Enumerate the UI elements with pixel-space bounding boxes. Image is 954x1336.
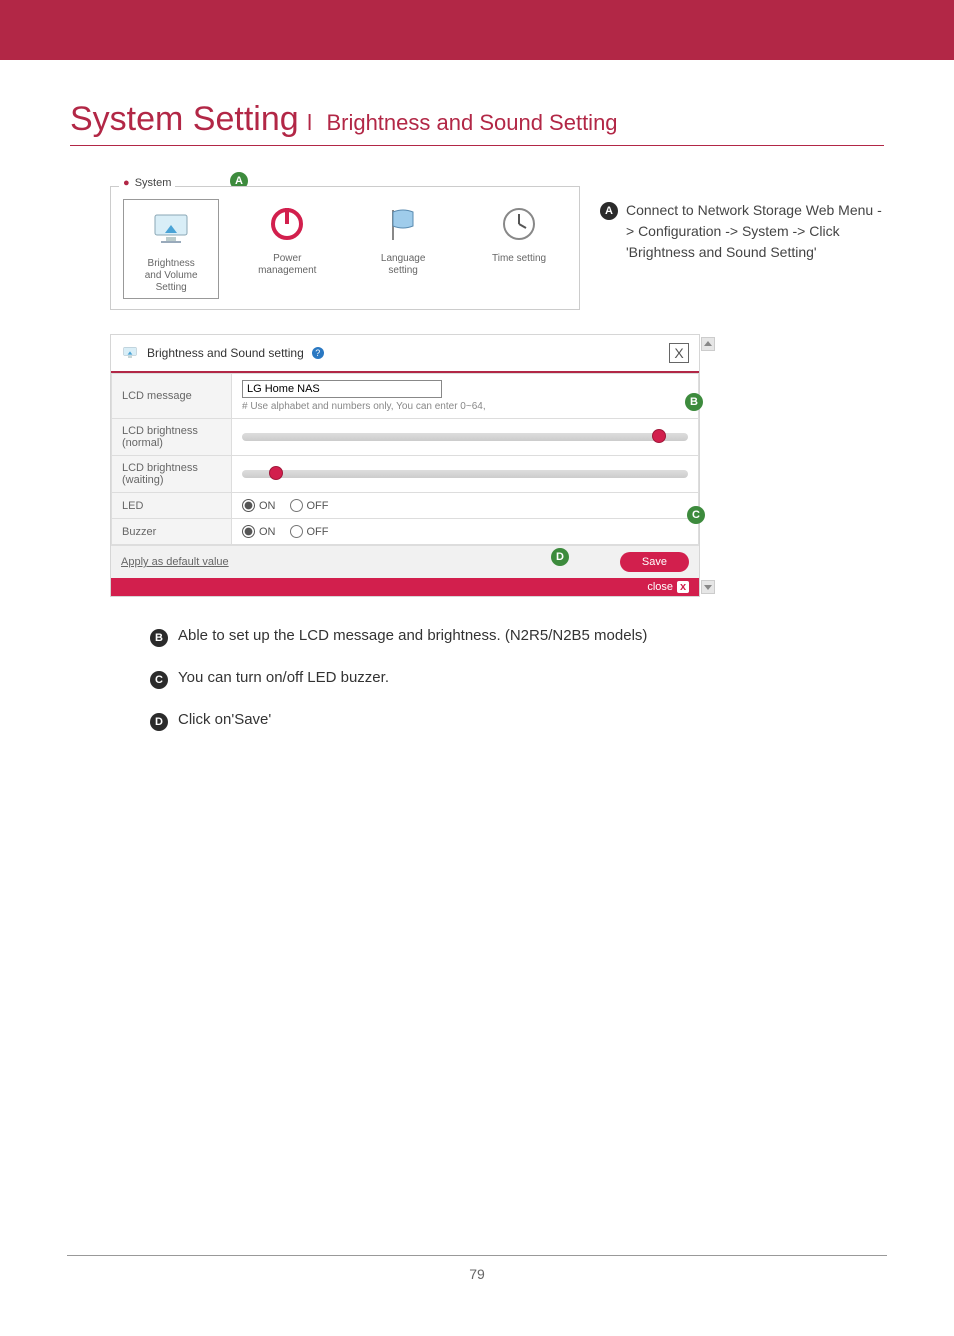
- content: A ● System Brightness and Volume Setting…: [70, 186, 884, 731]
- flag-icon: [383, 204, 423, 244]
- dialog-title: Brightness and Sound setting: [147, 346, 304, 360]
- dialog-close-button[interactable]: X: [669, 343, 689, 363]
- slider-knob[interactable]: [269, 466, 283, 480]
- apply-default-link[interactable]: Apply as default value: [121, 556, 229, 568]
- note-b-text: Able to set up the LCD message and brigh…: [178, 627, 647, 644]
- note-b: B Able to set up the LCD message and bri…: [150, 627, 884, 647]
- lcd-bright-waiting-label: LCD brightness (waiting): [112, 456, 232, 493]
- led-on-radio[interactable]: ON: [242, 499, 276, 512]
- page-body: System Setting l Brightness and Sound Se…: [0, 60, 954, 731]
- callout-badge-c-on-figure: C: [687, 506, 705, 524]
- callout-badge-b-on-figure: B: [685, 393, 703, 411]
- notes: B Able to set up the LCD message and bri…: [110, 627, 884, 731]
- scroll-up-icon[interactable]: [701, 337, 715, 351]
- callout-badge-a: A: [600, 202, 618, 220]
- title-divider: l: [307, 110, 312, 135]
- row-lcd-brightness-normal: LCD brightness (normal): [112, 419, 699, 456]
- settings-dialog: B C D Brightness and Sound setting ? X L…: [110, 334, 700, 597]
- save-button[interactable]: Save: [620, 552, 689, 572]
- monitor-icon: [151, 209, 191, 249]
- header-bar: [0, 0, 954, 60]
- lcd-bright-normal-label: LCD brightness (normal): [112, 419, 232, 456]
- scroll-down-icon[interactable]: [701, 580, 715, 594]
- system-item-power[interactable]: Power management: [239, 199, 335, 299]
- system-icon-row: Brightness and Volume Setting Power mana…: [123, 199, 567, 299]
- system-item-caption: Brightness and Volume Setting: [128, 258, 214, 294]
- note-d: D Click on'Save': [150, 711, 884, 731]
- led-off-radio[interactable]: OFF: [290, 499, 329, 512]
- callout-badge-c: C: [150, 671, 168, 689]
- lcd-bright-waiting-slider[interactable]: [242, 470, 688, 478]
- lcd-message-label: LCD message: [112, 374, 232, 419]
- close-bar-x-icon: x: [677, 581, 689, 593]
- buzzer-label: Buzzer: [112, 519, 232, 545]
- system-group-box: ● System Brightness and Volume Setting P…: [110, 186, 580, 310]
- slider-knob[interactable]: [652, 429, 666, 443]
- callout-a: A Connect to Network Storage Web Menu ->…: [600, 200, 884, 263]
- row-buzzer: Buzzer ON OFF: [112, 519, 699, 545]
- row-lcd-brightness-waiting: LCD brightness (waiting): [112, 456, 699, 493]
- close-bar-text: close: [647, 581, 673, 593]
- note-d-text: Click on'Save': [178, 711, 271, 728]
- system-item-time[interactable]: Time setting: [471, 199, 567, 299]
- note-c-text: You can turn on/off LED buzzer.: [178, 669, 389, 686]
- monitor-small-icon: [121, 345, 139, 361]
- row-led: LED ON OFF: [112, 493, 699, 519]
- callout-badge-d: D: [150, 713, 168, 731]
- system-row: A ● System Brightness and Volume Setting…: [110, 186, 884, 310]
- lcd-message-input[interactable]: [242, 380, 442, 398]
- led-label: LED: [112, 493, 232, 519]
- note-c: C You can turn on/off LED buzzer.: [150, 669, 884, 689]
- lcd-message-hint: # Use alphabet and numbers only, You can…: [242, 401, 688, 412]
- bullet-icon: ●: [123, 177, 130, 189]
- row-lcd-message: LCD message # Use alphabet and numbers o…: [112, 374, 699, 419]
- dialog-header: Brightness and Sound setting ? X: [111, 335, 699, 373]
- system-item-brightness[interactable]: Brightness and Volume Setting: [123, 199, 219, 299]
- dialog-close-bar[interactable]: closex: [111, 578, 699, 596]
- settings-table: LCD message # Use alphabet and numbers o…: [111, 373, 699, 545]
- callout-a-text: Connect to Network Storage Web Menu -> C…: [626, 200, 884, 263]
- system-group-label: ● System: [119, 177, 175, 189]
- page-number: 79: [469, 1266, 485, 1282]
- help-icon[interactable]: ?: [312, 347, 324, 359]
- page-footer: 79: [0, 1255, 954, 1282]
- callout-badge-d-on-figure: D: [551, 548, 569, 566]
- page-title: System Setting: [70, 100, 299, 138]
- power-icon: [267, 204, 307, 244]
- page-subtitle: Brightness and Sound Setting: [326, 110, 617, 135]
- callout-badge-b: B: [150, 629, 168, 647]
- system-item-caption: Power management: [239, 253, 335, 277]
- buzzer-off-radio[interactable]: OFF: [290, 525, 329, 538]
- dialog-footer: Apply as default value Save: [111, 545, 699, 578]
- system-item-caption: Language setting: [355, 253, 451, 277]
- clock-icon: [499, 204, 539, 244]
- system-item-caption: Time setting: [471, 253, 567, 265]
- system-item-language[interactable]: Language setting: [355, 199, 451, 299]
- lcd-bright-normal-slider[interactable]: [242, 433, 688, 441]
- page-title-row: System Setting l Brightness and Sound Se…: [70, 100, 884, 146]
- system-group-text: System: [135, 177, 172, 189]
- buzzer-on-radio[interactable]: ON: [242, 525, 276, 538]
